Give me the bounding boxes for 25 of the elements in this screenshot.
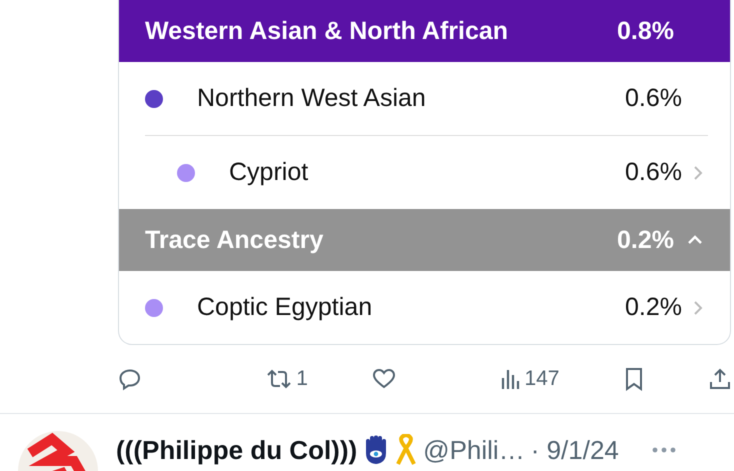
ancestry-name: Coptic Egyptian bbox=[197, 293, 374, 322]
author-name[interactable]: (((Philippe du Col))) bbox=[116, 434, 358, 466]
heart-icon[interactable] bbox=[372, 367, 396, 391]
group-label: Trace Ancestry bbox=[145, 226, 324, 254]
group-header[interactable]: Trace Ancestry 0.2% bbox=[119, 209, 730, 271]
reply-icon[interactable] bbox=[118, 367, 142, 391]
author-handle[interactable]: @Phili… bbox=[423, 434, 525, 466]
ancestry-percent: 0.6% bbox=[625, 84, 682, 113]
ancestry-name: Northern West Asian bbox=[197, 84, 427, 113]
group-label: Western Asian & North African bbox=[145, 16, 510, 46]
views-chart-icon[interactable] bbox=[500, 368, 520, 390]
group-percent: 0.8% bbox=[617, 16, 674, 46]
share-icon[interactable] bbox=[708, 367, 732, 391]
ribbon-icon bbox=[395, 434, 418, 466]
bookmark-icon[interactable] bbox=[624, 367, 644, 391]
group-percent: 0.2% bbox=[617, 226, 674, 254]
ancestry-percent: 0.2% bbox=[625, 293, 682, 322]
repost-icon[interactable] bbox=[266, 367, 292, 391]
action-count: 1 bbox=[296, 367, 308, 391]
action-count: 147 bbox=[524, 367, 560, 391]
post-date[interactable]: · 9/1/24 bbox=[530, 434, 619, 466]
group-header[interactable]: Western Asian & North African 0.8% bbox=[119, 0, 730, 62]
ancestry-name: Cypriot bbox=[229, 158, 310, 187]
ancestry-percent: 0.6% bbox=[625, 158, 682, 187]
more-options-icon[interactable] bbox=[650, 446, 677, 454]
